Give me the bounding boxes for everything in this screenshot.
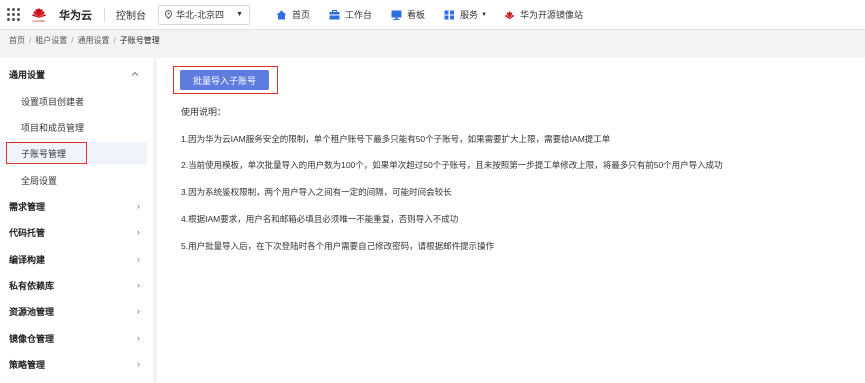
workbench-icon <box>329 9 340 19</box>
chevron-right-icon: › <box>137 359 140 369</box>
nav-workbench[interactable]: 工作台 <box>329 8 372 21</box>
sidebar-group-label: 代码托管 <box>9 227 46 238</box>
region-label: 华北-北京四 <box>176 10 224 20</box>
huawei-logo-icon <box>32 8 46 18</box>
chevron-right-icon: › <box>137 306 140 316</box>
highlight-box <box>6 142 87 164</box>
sidebar-group-requirements[interactable]: 需求管理 › <box>0 195 153 217</box>
sidebar-group-policy[interactable]: 策略管理 › <box>0 353 153 375</box>
nav-service[interactable]: 服务 ▼ <box>444 8 487 21</box>
sidebar-group-label: 编译构建 <box>9 254 46 265</box>
breadcrumb: 首页 / 租户设置 / 通用设置 / 子账号管理 <box>9 34 160 46</box>
header-divider <box>104 7 105 22</box>
breadcrumb-sep: / <box>29 35 32 45</box>
sidebar-group-resource-pool[interactable]: 资源池管理 › <box>0 300 153 322</box>
huawei-logo[interactable]: HUAWEI <box>29 7 49 23</box>
sidebar-group-build[interactable]: 编译构建 › <box>0 248 153 270</box>
chevron-right-icon: › <box>137 201 140 211</box>
sidebar-group-label: 资源池管理 <box>9 306 55 317</box>
usage-title: 使用说明： <box>181 107 227 117</box>
sidebar-item-global-settings[interactable]: 全局设置 <box>0 169 147 191</box>
breadcrumb-tenant-settings[interactable]: 租户设置 <box>35 35 67 46</box>
nav-board-label: 看板 <box>407 10 426 20</box>
home-icon <box>276 10 287 19</box>
chevron-right-icon: › <box>137 227 140 237</box>
chevron-down-icon: ▼ <box>236 11 243 18</box>
chevron-down-icon: ▼ <box>481 11 488 18</box>
breadcrumb-home[interactable]: 首页 <box>9 35 25 46</box>
chevron-up-icon <box>131 71 139 76</box>
batch-import-button[interactable]: 批量导入子账号 <box>180 70 269 90</box>
sidebar-group-label: 镜像仓管理 <box>9 333 55 344</box>
service-icon <box>444 10 455 19</box>
location-pin-icon <box>165 10 172 19</box>
instruction-2: 2.当前使用模板，单次批量导入的用户数为100个，如果单次超过50个子账号，且未… <box>181 160 723 170</box>
instruction-3: 3.因为系统鉴权限制，两个用户导入之间有一定的间隔，可能时间会较长 <box>181 187 452 197</box>
board-icon <box>391 10 402 20</box>
nav-board[interactable]: 看板 <box>391 8 425 21</box>
button-highlight-box: 批量导入子账号 <box>173 66 278 94</box>
chevron-right-icon: › <box>137 333 140 343</box>
region-selector[interactable]: 华北-北京四 ▼ <box>158 4 250 25</box>
console-link[interactable]: 控制台 <box>116 7 146 22</box>
main-panel: 批量导入子账号 使用说明： 1.因为华为云IAM服务安全的限制，单个租户账号下最… <box>157 58 865 383</box>
chevron-right-icon: › <box>137 280 140 290</box>
nav-workbench-label: 工作台 <box>345 10 373 20</box>
instruction-5: 5.用户批量导入后，在下次登陆时各个用户需要自己修改密码，请根据邮件提示操作 <box>181 241 495 251</box>
nav-service-label: 服务 <box>460 10 479 20</box>
nav-mirror-label: 华为开源镜像站 <box>520 10 584 20</box>
chevron-right-icon: › <box>137 254 140 264</box>
nav-mirror[interactable]: 华为开源镜像站 <box>504 8 583 21</box>
sidebar: 通用设置 设置项目创建者 项目和成员管理 子账号管理 全局设置 需求管理 › 代… <box>0 58 153 383</box>
sidebar-group-label: 通用设置 <box>9 69 46 80</box>
brand-name[interactable]: 华为云 <box>59 7 92 23</box>
sidebar-group-label: 策略管理 <box>9 359 46 370</box>
mirror-icon <box>505 11 515 19</box>
breadcrumb-sep: / <box>113 35 116 45</box>
sidebar-group-label: 私有依赖库 <box>9 280 55 291</box>
sidebar-item-project-creator[interactable]: 设置项目创建者 <box>0 90 147 112</box>
nav-home-label: 首页 <box>292 10 311 20</box>
breadcrumb-current: 子账号管理 <box>119 35 160 45</box>
sidebar-group-image-repo[interactable]: 镜像仓管理 › <box>0 327 153 349</box>
sidebar-group-general-settings[interactable]: 通用设置 <box>0 63 153 85</box>
breadcrumb-sep: / <box>71 35 74 45</box>
nav-home[interactable]: 首页 <box>276 8 310 21</box>
sidebar-group-label: 需求管理 <box>9 201 46 212</box>
instruction-1: 1.因为华为云IAM服务安全的限制，单个租户账号下最多只能有50个子账号，如果需… <box>181 134 611 144</box>
app-grid-icon[interactable] <box>7 7 21 22</box>
instruction-4: 4.根据IAM要求，用户名和邮箱必填且必须唯一不能重复，否则导入不成功 <box>181 214 459 224</box>
logo-text: HUAWEI <box>32 18 46 23</box>
sidebar-item-project-members[interactable]: 项目和成员管理 <box>0 116 147 138</box>
top-bar: HUAWEI 华为云 控制台 华北-北京四 ▼ 首页 工作台 看板 服务 ▼ 华… <box>0 0 865 30</box>
sidebar-group-code-hosting[interactable]: 代码托管 › <box>0 221 153 243</box>
breadcrumb-general-settings[interactable]: 通用设置 <box>77 35 109 46</box>
sidebar-group-private-repo[interactable]: 私有依赖库 › <box>0 274 153 296</box>
